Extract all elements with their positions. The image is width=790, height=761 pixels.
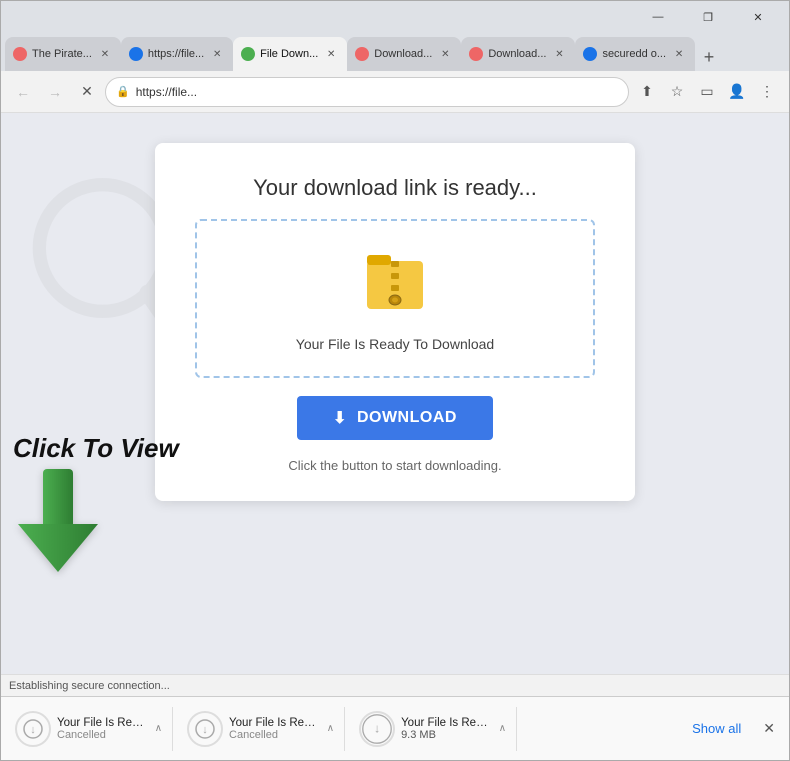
dl-info-2: Your File Is Ready....vhd Cancelled <box>229 717 317 741</box>
green-arrow-icon <box>13 464 179 579</box>
dl-info-1: Your File Is Ready....vhd Cancelled <box>57 717 145 741</box>
tab-6-title: securedd o... <box>602 48 666 60</box>
tab-4-favicon <box>355 47 369 61</box>
content-area: ZC Your download link is ready... <box>1 113 789 674</box>
downloads-bar: ↓ Your File Is Ready....vhd Cancelled ∧ … <box>1 696 789 760</box>
dl-icon-2: ↓ <box>187 711 223 747</box>
dl-status-3: 9.3 MB <box>401 729 489 741</box>
tab-2-favicon <box>129 47 143 61</box>
tab-1-title: The Pirate... <box>32 48 92 60</box>
tab-2[interactable]: https://file... ✕ <box>121 37 233 71</box>
status-bar: Establishing secure connection... <box>1 674 789 696</box>
tab-3-close[interactable]: ✕ <box>323 46 339 62</box>
tab-bar: The Pirate... ✕ https://file... ✕ File D… <box>1 33 789 71</box>
stop-button[interactable]: ✕ <box>73 78 101 106</box>
tab-2-title: https://file... <box>148 48 204 60</box>
show-all-button[interactable]: Show all <box>684 717 749 740</box>
tab-3-favicon <box>241 47 255 61</box>
nav-bar: ← → ✕ 🔒 https://file... ⬆ ☆ ▭ 👤 ⋮ <box>1 71 789 113</box>
tab-3-title: File Down... <box>260 48 318 60</box>
tab-5-title: Download... <box>488 48 546 60</box>
dl-filename-1: Your File Is Ready....vhd <box>57 717 145 729</box>
click-to-view-annotation: Click To View <box>13 433 179 579</box>
download-icon: ⬇ <box>333 408 347 428</box>
tab-2-close[interactable]: ✕ <box>209 46 225 62</box>
title-bar: — ❐ ✕ <box>1 1 789 33</box>
collections-button[interactable]: ▭ <box>693 78 721 106</box>
back-button[interactable]: ← <box>9 78 37 106</box>
more-button[interactable]: ⋮ <box>753 78 781 106</box>
dl-filename-2: Your File Is Ready....vhd <box>229 717 317 729</box>
tab-1[interactable]: The Pirate... ✕ <box>5 37 121 71</box>
download-item-1: ↓ Your File Is Ready....vhd Cancelled ∧ <box>9 707 173 751</box>
dl-chevron-1[interactable]: ∧ <box>151 721 166 736</box>
card-hint: Click the button to start downloading. <box>288 458 501 473</box>
tab-4-title: Download... <box>374 48 432 60</box>
dl-status-2: Cancelled <box>229 729 317 741</box>
file-ready-label: Your File Is Ready To Download <box>296 336 494 352</box>
svg-text:↓: ↓ <box>30 724 36 736</box>
downloads-bar-close[interactable]: ✕ <box>757 716 781 741</box>
status-text: Establishing secure connection... <box>9 680 170 692</box>
folder-zip-svg <box>365 245 425 315</box>
file-box: Your File Is Ready To Download <box>195 219 595 378</box>
tab-4-close[interactable]: ✕ <box>437 46 453 62</box>
tab-5-favicon <box>469 47 483 61</box>
close-button[interactable]: ✕ <box>735 3 781 31</box>
lock-icon: 🔒 <box>116 85 130 98</box>
tab-1-favicon <box>13 47 27 61</box>
dl-status-1: Cancelled <box>57 729 145 741</box>
forward-button[interactable]: → <box>41 78 69 106</box>
dl-icon-1: ↓ <box>15 711 51 747</box>
tab-5-close[interactable]: ✕ <box>551 46 567 62</box>
browser-window: — ❐ ✕ The Pirate... ✕ https://file... ✕ … <box>0 0 790 761</box>
address-bar[interactable]: 🔒 https://file... <box>105 77 629 107</box>
address-text: https://file... <box>136 85 618 99</box>
tab-6[interactable]: securedd o... ✕ <box>575 37 695 71</box>
tab-1-close[interactable]: ✕ <box>97 46 113 62</box>
page-main-content: Your download link is ready... <box>1 113 789 674</box>
dl-chevron-2[interactable]: ∧ <box>323 721 338 736</box>
svg-text:↓: ↓ <box>374 721 380 735</box>
new-tab-button[interactable]: + <box>695 43 723 71</box>
minimize-button[interactable]: — <box>635 3 681 31</box>
svg-text:↓: ↓ <box>202 724 208 736</box>
restore-button[interactable]: ❐ <box>685 3 731 31</box>
tab-4[interactable]: Download... ✕ <box>347 37 461 71</box>
dl-filename-3: Your File Is Ready....vhd <box>401 717 489 729</box>
dl-chevron-3[interactable]: ∧ <box>495 721 510 736</box>
dl-icon-3: ↓ <box>359 711 395 747</box>
window-controls: — ❐ ✕ <box>635 3 781 31</box>
profile-button[interactable]: 👤 <box>723 78 751 106</box>
download-card: Your download link is ready... <box>155 143 635 501</box>
nav-actions: ⬆ ☆ ▭ 👤 ⋮ <box>633 78 781 106</box>
tab-6-favicon <box>583 47 597 61</box>
card-title: Your download link is ready... <box>253 175 537 201</box>
click-to-view-label: Click To View <box>13 433 179 464</box>
zip-file-icon <box>365 245 425 324</box>
favorite-button[interactable]: ☆ <box>663 78 691 106</box>
download-btn-label: DOWNLOAD <box>357 409 457 427</box>
tab-5[interactable]: Download... ✕ <box>461 37 575 71</box>
download-item-3: ↓ Your File Is Ready....vhd 9.3 MB ∧ <box>353 707 517 751</box>
download-button[interactable]: ⬇ DOWNLOAD <box>297 396 493 440</box>
dl-info-3: Your File Is Ready....vhd 9.3 MB <box>401 717 489 741</box>
download-item-2: ↓ Your File Is Ready....vhd Cancelled ∧ <box>181 707 345 751</box>
tab-3[interactable]: File Down... ✕ <box>233 37 347 71</box>
tab-6-close[interactable]: ✕ <box>671 46 687 62</box>
share-button[interactable]: ⬆ <box>633 78 661 106</box>
